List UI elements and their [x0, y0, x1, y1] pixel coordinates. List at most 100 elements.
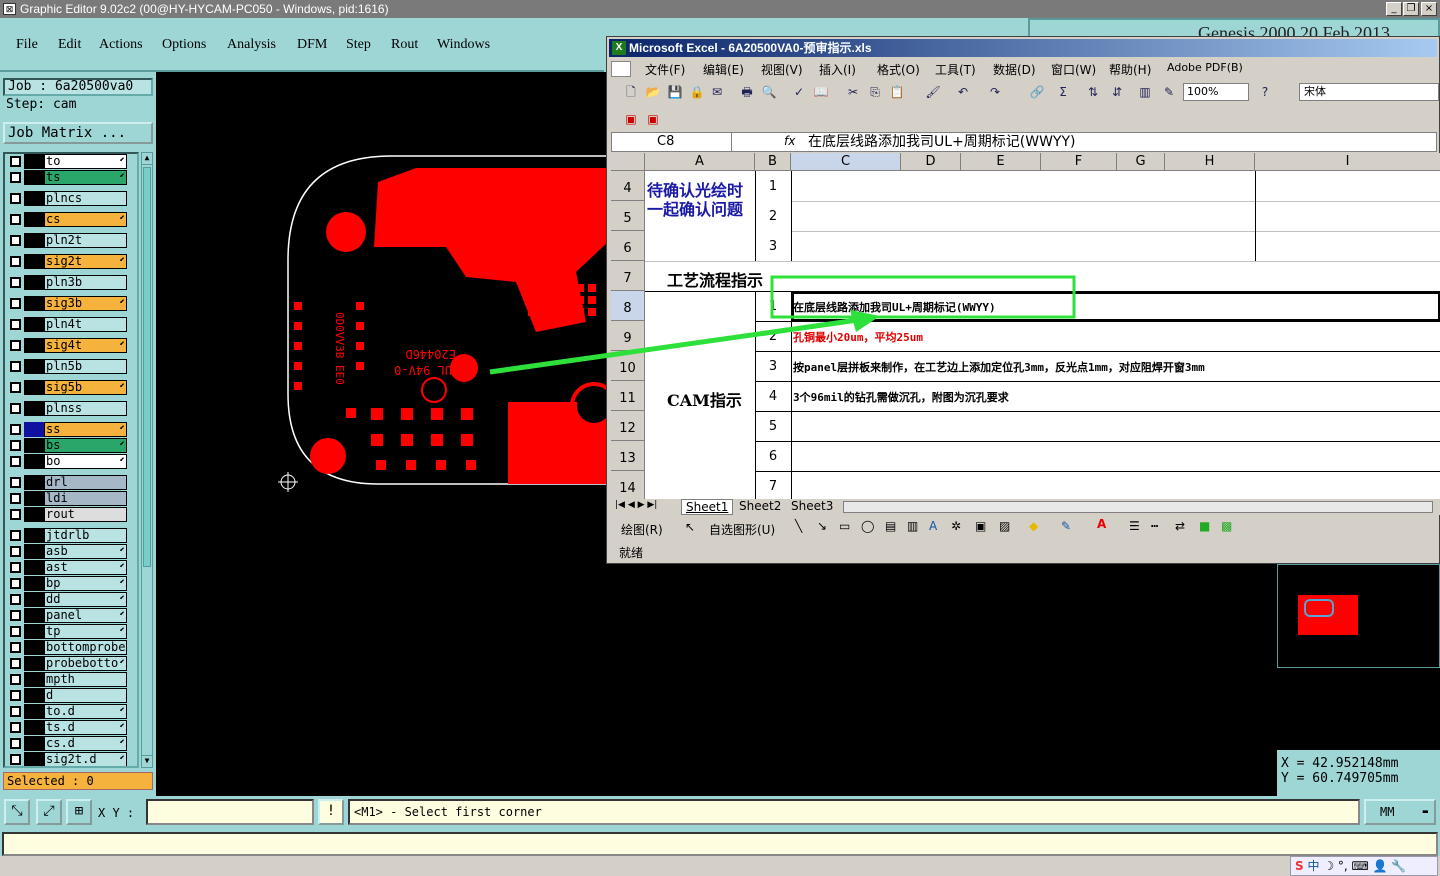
- layer-checkbox[interactable]: [10, 509, 21, 520]
- layer-name[interactable]: sig3b: [44, 296, 127, 311]
- dash-style-icon[interactable]: ┅: [1151, 519, 1158, 533]
- layer-color-swatch[interactable]: [24, 296, 44, 311]
- layer-affected-icon[interactable]: ⬋: [120, 423, 125, 433]
- layer-name[interactable]: asb: [44, 544, 127, 559]
- tab-sheet2[interactable]: Sheet2: [735, 499, 785, 513]
- layer-name[interactable]: sig2t: [44, 254, 127, 269]
- layer-row-rout[interactable]: rout: [7, 507, 127, 522]
- redo-icon[interactable]: ↷: [987, 84, 1003, 100]
- layer-checkbox[interactable]: [10, 298, 21, 309]
- layer-checkbox[interactable]: [10, 546, 21, 557]
- layer-checkbox[interactable]: [10, 722, 21, 733]
- layer-color-swatch[interactable]: [24, 191, 44, 206]
- layer-row-bottomprobe[interactable]: bottomprobe: [7, 640, 127, 655]
- menu-analysis[interactable]: Analysis: [227, 37, 276, 53]
- picture-icon[interactable]: ▨: [999, 519, 1010, 533]
- format-painter-icon[interactable]: 🖌: [925, 84, 941, 100]
- layer-row-to-d[interactable]: to.d ⬋: [7, 704, 127, 719]
- layer-checkbox[interactable]: [10, 738, 21, 749]
- line-style-icon[interactable]: ☰: [1129, 519, 1140, 533]
- line-icon[interactable]: ╲: [795, 519, 802, 533]
- zoom-area-icon[interactable]: ⤢: [36, 799, 62, 825]
- layer-color-swatch[interactable]: [24, 475, 44, 490]
- col-header-f[interactable]: F: [1041, 153, 1117, 171]
- grid-icon[interactable]: ⊞: [66, 799, 92, 825]
- layer-affected-icon[interactable]: ⬋: [120, 657, 125, 667]
- layer-row-ts[interactable]: ts ⬋: [7, 170, 127, 185]
- copy-icon[interactable]: ⎘: [867, 84, 883, 100]
- layer-row-bo[interactable]: bo ⬋: [7, 454, 127, 469]
- layer-name[interactable]: bo: [44, 454, 127, 469]
- autosum-icon[interactable]: Σ: [1055, 84, 1071, 100]
- layer-color-swatch[interactable]: [24, 170, 44, 185]
- select-all-corner[interactable]: [611, 153, 645, 171]
- excel-doc-icon[interactable]: [611, 61, 631, 77]
- layer-checkbox[interactable]: [10, 424, 21, 435]
- layer-row-pln2t[interactable]: pln2t: [7, 233, 127, 248]
- oval-icon[interactable]: ◯: [861, 519, 874, 533]
- permission-icon[interactable]: 🔒: [689, 84, 705, 100]
- layer-checkbox[interactable]: [10, 319, 21, 330]
- layer-checkbox[interactable]: [10, 642, 21, 653]
- preview-icon[interactable]: 🔍: [761, 84, 777, 100]
- layer-checkbox[interactable]: [10, 277, 21, 288]
- layer-affected-icon[interactable]: ⬋: [120, 213, 125, 223]
- sogou-icon[interactable]: S: [1295, 859, 1304, 873]
- tab-nav-icon[interactable]: |◀ ◀ ▶ ▶|: [615, 500, 657, 510]
- canvas-lower-area[interactable]: [608, 564, 1277, 796]
- layer-name[interactable]: rout: [44, 507, 127, 522]
- layer-affected-icon[interactable]: ⬋: [120, 155, 125, 165]
- layer-color-swatch[interactable]: [24, 401, 44, 416]
- name-box[interactable]: C8: [612, 133, 732, 151]
- autoshapes-menu[interactable]: 自选图形(U): [709, 521, 775, 538]
- cut-icon[interactable]: ✂: [845, 84, 861, 100]
- scroll-thumb[interactable]: [143, 167, 151, 567]
- zoom-select[interactable]: 100%: [1183, 83, 1249, 101]
- layer-row-jtdrlb[interactable]: jtdrlb: [7, 528, 127, 543]
- layer-name[interactable]: cs: [44, 212, 127, 227]
- layer-checkbox[interactable]: [10, 361, 21, 372]
- layer-affected-icon[interactable]: ⬋: [120, 625, 125, 635]
- menu-file[interactable]: File: [16, 37, 38, 53]
- vertical-textbox-icon[interactable]: ▥: [907, 519, 918, 533]
- col-header-d[interactable]: D: [901, 153, 961, 171]
- layer-color-swatch[interactable]: [24, 338, 44, 353]
- layer-row-pln4t[interactable]: pln4t: [7, 317, 127, 332]
- ime-tools-icon[interactable]: ☽ °, ⌨ 👤 🔧: [1323, 859, 1406, 873]
- menu-step[interactable]: Step: [346, 37, 371, 53]
- 3d-icon[interactable]: ▩: [1221, 519, 1232, 533]
- layer-checkbox[interactable]: [10, 530, 21, 541]
- chart-wizard-icon[interactable]: ▥: [1137, 84, 1153, 100]
- excel-menu-view[interactable]: 视图(V): [761, 61, 803, 78]
- layer-affected-icon[interactable]: ⬋: [120, 381, 125, 391]
- layer-checkbox[interactable]: [10, 690, 21, 701]
- row-header-5[interactable]: 5: [611, 201, 645, 231]
- menu-rout[interactable]: Rout: [391, 37, 418, 53]
- excel-menu-file[interactable]: 文件(F): [645, 61, 685, 78]
- layer-row-sig4t[interactable]: sig4t ⬋: [7, 338, 127, 353]
- zoom-fit-icon[interactable]: ⤡: [4, 799, 30, 825]
- xy-input[interactable]: [146, 799, 314, 825]
- cam-item-4[interactable]: 3个96mil的钻孔需做沉孔，附图为沉孔要求: [793, 389, 1009, 405]
- scroll-up-icon[interactable]: ▲: [142, 153, 152, 165]
- layer-row-probebotto[interactable]: probebotto ⬋: [7, 656, 127, 671]
- layer-checkbox[interactable]: [10, 477, 21, 488]
- layer-row-sig2t[interactable]: sig2t ⬋: [7, 254, 127, 269]
- layer-name[interactable]: probebotto: [44, 656, 127, 671]
- alert-icon[interactable]: !: [318, 799, 344, 825]
- help-icon[interactable]: ?: [1257, 84, 1273, 100]
- row-header-12[interactable]: 12: [611, 411, 645, 441]
- layer-color-swatch[interactable]: [24, 608, 44, 623]
- layer-checkbox[interactable]: [10, 172, 21, 183]
- layer-row-ts-d[interactable]: ts.d ⬋: [7, 720, 127, 735]
- email-icon[interactable]: ✉: [709, 84, 725, 100]
- layer-name[interactable]: to.d: [44, 704, 127, 719]
- line-color-icon[interactable]: ✎: [1061, 519, 1071, 533]
- layer-list[interactable]: to ⬋ ts ⬋ plncs cs ⬋ pln2t sig2t ⬋ pln3b sig3b ⬋ pln4…: [3, 152, 139, 768]
- layer-color-swatch[interactable]: [24, 720, 44, 735]
- pdf-convert-icon[interactable]: ▣: [623, 111, 639, 127]
- layer-checkbox[interactable]: [10, 626, 21, 637]
- sort-desc-icon[interactable]: ⇵: [1109, 84, 1125, 100]
- layer-row-d[interactable]: d: [7, 688, 127, 703]
- layer-name[interactable]: bp: [44, 576, 127, 591]
